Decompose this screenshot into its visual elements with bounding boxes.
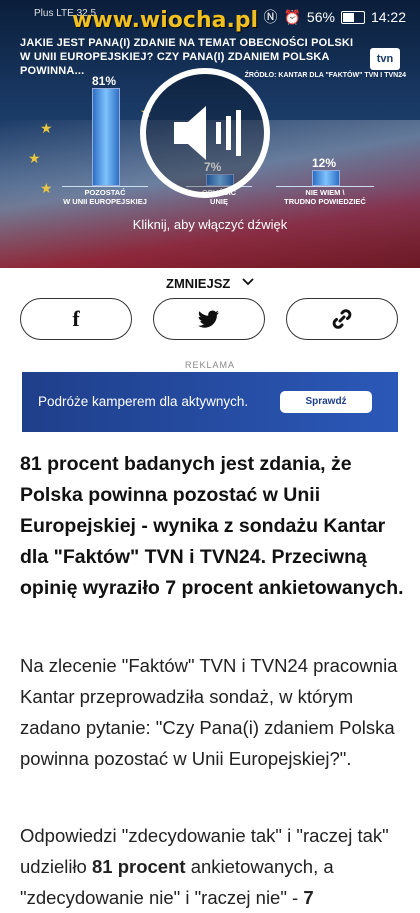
eu-star-icon: ★	[28, 150, 41, 166]
clock: 14:22	[370, 9, 406, 25]
result-bar	[92, 88, 120, 186]
article-paragraph: Odpowiedzi "zdecydowanie tak" i "raczej …	[20, 825, 389, 908]
alarm-icon: ⏰	[283, 8, 301, 25]
status-bar: Plus LTE 32,5 www.wiocha.pl Ⓝ ⏰ 56% 14:2…	[0, 0, 420, 33]
result-pct: 81%	[92, 74, 117, 88]
ad-banner[interactable]: Podróże kamperem dla aktywnych. Sprawdź	[22, 372, 398, 432]
video-player[interactable]: ★ ★ ★ ★ Plus LTE 32,5 www.wiocha.pl Ⓝ ⏰ …	[0, 0, 420, 268]
unmute-hint: Kliknij, aby włączyć dźwięk	[132, 217, 288, 232]
watermark: www.wiocha.pl	[72, 8, 259, 33]
twitter-icon	[198, 310, 219, 328]
result-label: NIE WIEM \ TRUDNO POWIEDZIEĆ	[276, 186, 374, 206]
ad-cta-button[interactable]: Sprawdź	[280, 391, 372, 413]
eu-star-icon: ★	[40, 180, 53, 196]
ad-label: REKLAMA	[184, 360, 235, 370]
ad-text: Podróże kamperem dla aktywnych.	[38, 394, 249, 409]
collapse-label: ZMNIEJSZ	[166, 276, 231, 291]
facebook-icon: f	[72, 306, 80, 331]
battery-percent: 56%	[306, 9, 335, 25]
result-pct: 12%	[312, 156, 337, 170]
article-lead: 81 procent badanych jest zdania, że Pols…	[20, 453, 404, 599]
result-bar	[312, 170, 340, 186]
link-icon	[332, 309, 352, 329]
eu-star-icon: ★	[40, 120, 53, 136]
battery-icon	[340, 10, 365, 24]
share-facebook-button[interactable]: f	[20, 298, 132, 340]
tvn-logo: tvn	[370, 48, 400, 70]
speaker-muted-icon	[174, 106, 241, 160]
unmute-button[interactable]	[140, 68, 270, 198]
result-label: POZOSTAĆ W UNII EUROPEJSKIEJ	[62, 186, 148, 206]
nfc-icon: Ⓝ	[263, 9, 278, 25]
poll-source: ŹRÓDŁO: KANTAR DLA "FAKTÓW" TVN I TVN24	[244, 72, 406, 79]
collapse-button[interactable]: ZMNIEJSZ	[0, 268, 420, 300]
article-paragraph: Na zlecenie "Faktów" TVN i TVN24 pracown…	[20, 655, 398, 769]
copy-link-button[interactable]	[286, 298, 398, 340]
status-right: Ⓝ ⏰ 56% 14:22	[263, 7, 406, 27]
chevron-down-icon	[242, 266, 254, 298]
share-twitter-button[interactable]	[153, 298, 265, 340]
